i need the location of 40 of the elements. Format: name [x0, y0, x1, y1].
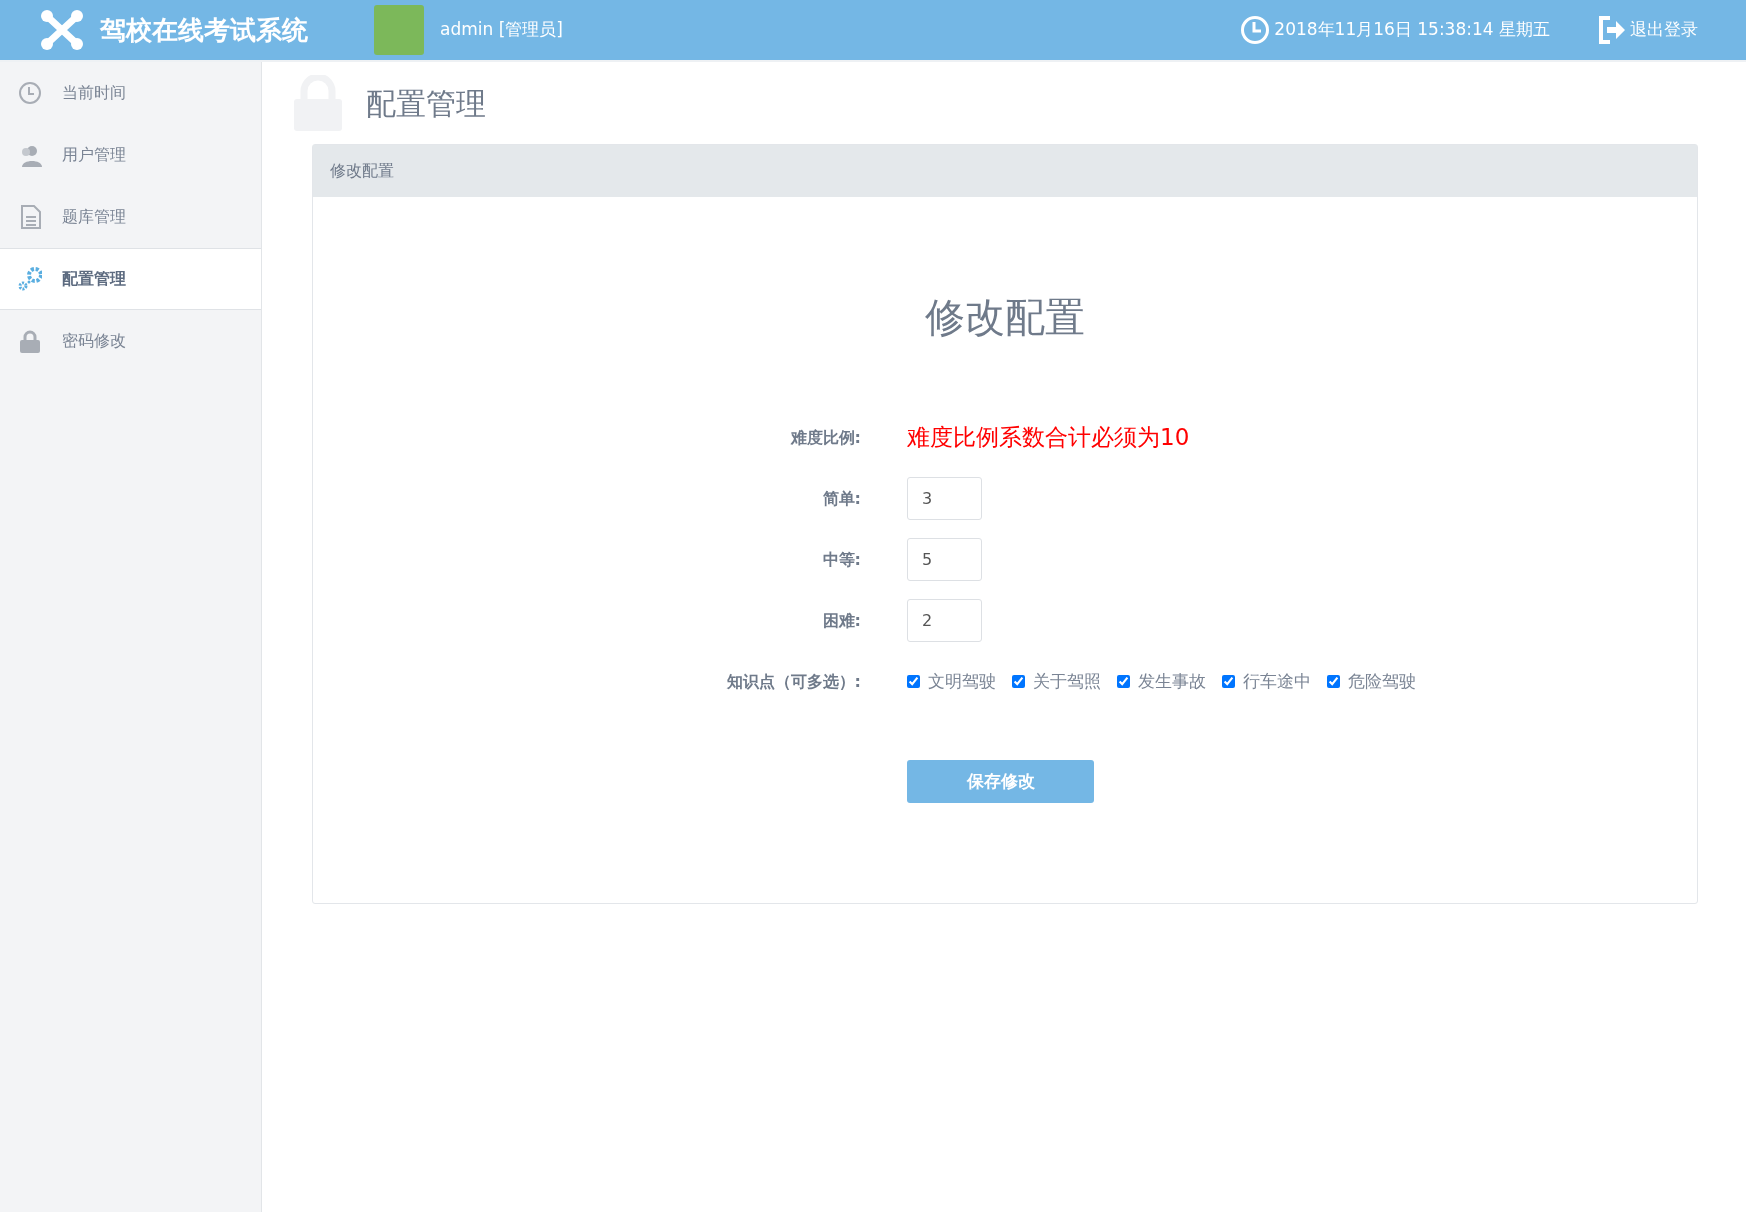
input-field[interactable]: 5 [907, 538, 982, 581]
input-field[interactable]: 2 [907, 599, 982, 642]
input-field[interactable]: 3 [907, 477, 982, 520]
option-label: 行车途中 [1243, 669, 1311, 693]
page-title: 配置管理 [366, 84, 486, 123]
checkbox[interactable] [1012, 675, 1025, 688]
clock-icon [1240, 15, 1271, 45]
logout-link[interactable]: 退出登录 [1598, 15, 1698, 45]
panel-heading: 修改配置 [330, 160, 394, 182]
checkbox[interactable] [1327, 675, 1340, 688]
current-datetime: 2018年11月16日 15:38:14 星期五 [1274, 18, 1550, 42]
logout-icon [1598, 15, 1626, 45]
field-label: 难度比例: [790, 427, 861, 447]
field-label: 中等: [822, 549, 861, 569]
logo-icon [40, 10, 84, 50]
ratio-note: 难度比例系数合计必须为10 [907, 423, 1190, 453]
option-label: 文明驾驶 [928, 669, 996, 693]
document-icon [18, 204, 42, 230]
sidebar-item[interactable]: 密码修改 [0, 310, 261, 372]
clock-icon [18, 80, 42, 106]
checkbox[interactable] [907, 675, 920, 688]
save-button[interactable]: 保存修改 [907, 760, 1094, 803]
option-label: 关于驾照 [1033, 669, 1101, 693]
checkbox[interactable] [1117, 675, 1130, 688]
option-label: 危险驾驶 [1348, 669, 1416, 693]
sidebar-item[interactable]: 题库管理 [0, 186, 261, 248]
user-name: admin [管理员] [440, 18, 563, 42]
field-label: 简单: [822, 488, 861, 508]
sidebar-item[interactable]: 当前时间 [0, 62, 261, 124]
lock-icon [18, 328, 42, 354]
sidebar-item[interactable]: 配置管理 [0, 248, 261, 310]
sidebar-item[interactable]: 用户管理 [0, 124, 261, 186]
app-title: 驾校在线考试系统 [100, 13, 308, 47]
field-label: 困难: [822, 610, 861, 630]
field-label: 知识点（可多选）: [726, 671, 861, 691]
option-label: 发生事故 [1138, 669, 1206, 693]
avatar-placeholder [374, 5, 424, 55]
form-title: 修改配置 [925, 294, 1085, 340]
checkbox[interactable] [1222, 675, 1235, 688]
gears-icon [18, 266, 42, 292]
